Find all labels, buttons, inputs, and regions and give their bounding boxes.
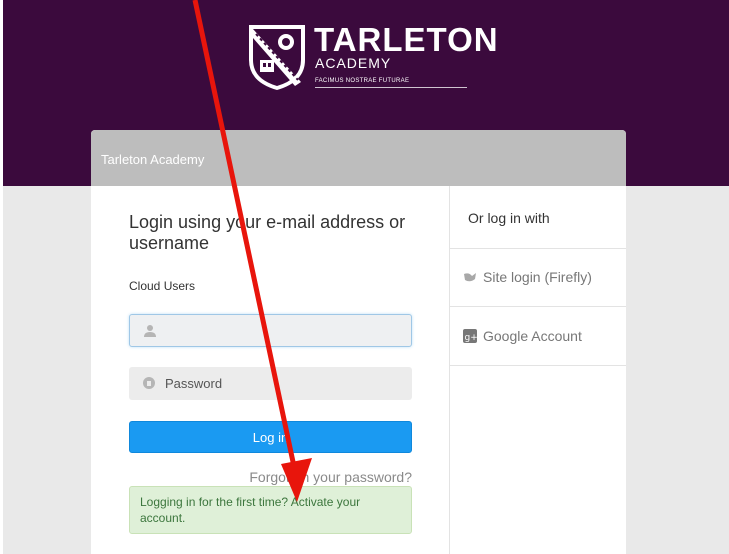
password-input[interactable] xyxy=(165,367,405,400)
password-field[interactable] xyxy=(129,367,412,400)
logo-rule xyxy=(315,87,467,88)
cloud-users-label: Cloud Users xyxy=(129,279,196,293)
svg-text:g+: g+ xyxy=(465,333,478,343)
forgot-password-link[interactable]: Forgotten your password? xyxy=(129,469,412,485)
alt-login-heading: Or log in with xyxy=(468,210,550,226)
login-heading: Login using your e-mail address or usern… xyxy=(129,212,406,253)
google-plus-icon: g+ xyxy=(463,329,477,343)
first-time-activation-alert[interactable]: Logging in for the first time? Activate … xyxy=(129,486,412,534)
alt-login-divider xyxy=(450,248,626,249)
firefly-login-label: Site login (Firefly) xyxy=(483,269,592,285)
username-field[interactable] xyxy=(129,314,412,347)
card-header: Tarleton Academy xyxy=(91,130,626,186)
column-divider xyxy=(449,186,450,554)
user-icon xyxy=(144,325,156,337)
login-card: Tarleton Academy Login using your e-mail… xyxy=(91,130,626,554)
school-logo: TARLETON ACADEMY FACIMUS NOSTRAE FUTURAE xyxy=(246,21,498,96)
firefly-login-button[interactable]: Site login (Firefly) xyxy=(463,267,592,287)
logo-motto: FACIMUS NOSTRAE FUTURAE xyxy=(315,78,410,84)
firefly-icon xyxy=(464,273,476,282)
logo-subtitle: ACADEMY xyxy=(315,55,392,71)
alt-login-divider xyxy=(450,365,626,366)
login-button[interactable]: Log in xyxy=(129,421,412,453)
alt-login-divider xyxy=(450,306,626,307)
crest-icon xyxy=(249,25,305,90)
logo-title: TARLETON xyxy=(314,21,499,58)
google-login-label: Google Account xyxy=(483,328,582,344)
lock-icon xyxy=(143,377,155,389)
username-input[interactable] xyxy=(166,315,406,346)
card-title: Tarleton Academy xyxy=(101,152,205,167)
google-login-button[interactable]: g+ Google Account xyxy=(463,326,582,346)
